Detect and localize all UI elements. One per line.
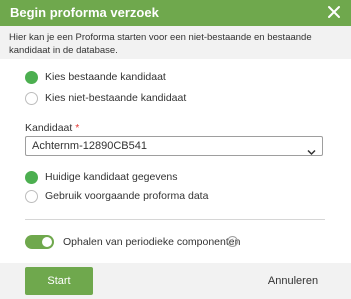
radio-label: Huidige kandidaat gegevens [45,171,178,183]
radio-button[interactable] [25,91,38,105]
required-mark: * [75,122,80,134]
radio-button[interactable] [25,70,38,84]
info-icon[interactable]: i [227,236,238,247]
divider [25,219,325,220]
radio-label: Gebruik voorgaande proforma data [45,190,209,202]
radio-label: Kies bestaande kandidaat [45,71,166,83]
description-text: Hier kan je een Proforma starten voor ee… [9,32,312,56]
toggle-label: Ophalen van periodieke componenten [63,236,241,248]
radio-label: Kies niet-bestaande kandidaat [45,92,187,104]
radio-current-data[interactable]: Huidige kandidaat gegevens [25,168,178,186]
toggle-knob [42,237,52,247]
candidate-label-text: Kandidaat [25,122,73,134]
radio-new-candidate[interactable]: Kies niet-bestaande kandidaat [25,89,186,107]
radio-button[interactable] [25,189,38,203]
candidate-select[interactable]: Achternm-12890CB541 [25,136,323,156]
chevron-down-icon [307,143,316,161]
candidate-field-label: Kandidaat * [25,122,79,134]
candidate-select-value: Achternm-12890CB541 [32,140,147,152]
proforma-dialog: Begin proforma verzoek Hier kan je een P… [0,0,351,299]
start-button[interactable]: Start [25,267,93,295]
periodic-components-toggle[interactable] [25,235,54,249]
dialog-header: Begin proforma verzoek [0,0,351,26]
radio-previous-data[interactable]: Gebruik voorgaande proforma data [25,187,208,205]
dialog-title: Begin proforma verzoek [10,5,159,20]
cancel-button[interactable]: Annuleren [258,267,328,295]
close-icon[interactable] [326,4,342,20]
radio-existing-candidate[interactable]: Kies bestaande kandidaat [25,68,166,86]
description-band: Hier kan je een Proforma starten voor ee… [0,26,351,59]
radio-button[interactable] [25,170,38,184]
